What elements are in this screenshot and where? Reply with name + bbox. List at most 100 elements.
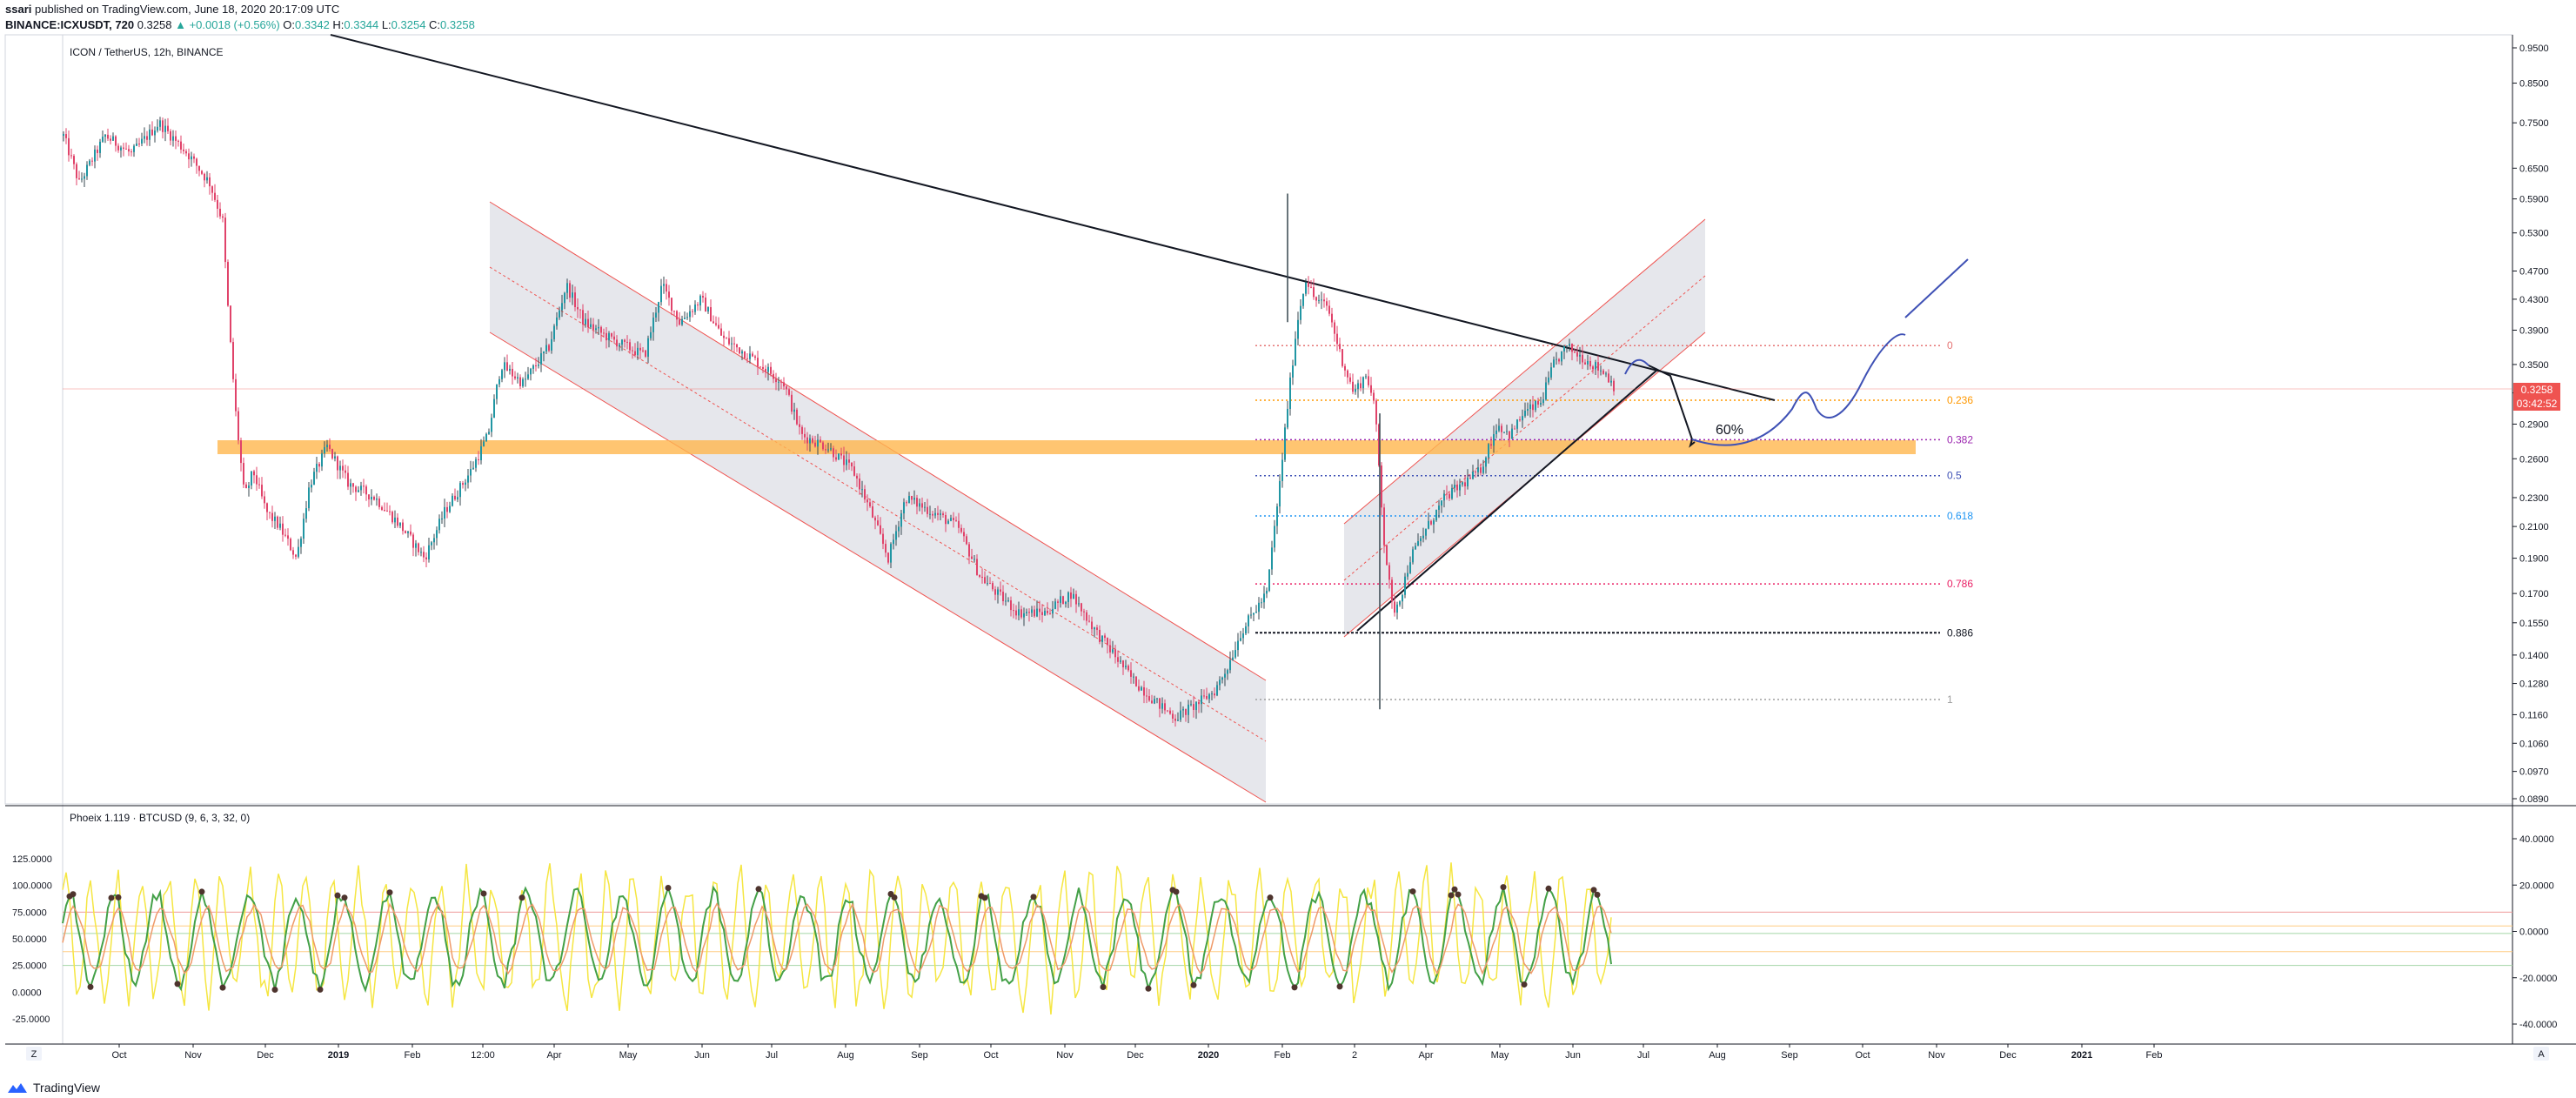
candle-body [1605,373,1607,375]
indicator-dot [386,889,393,896]
candle-body [637,347,639,356]
candle-body [1120,660,1121,662]
candle-body [478,459,479,461]
candle-body [1498,425,1500,431]
time-axis[interactable]: Oct Nov Dec 2019 Feb 12:00 Apr May Jun Jul Aug Sep O… [111,1044,2162,1061]
candle-body [1203,695,1205,697]
candle-body [1368,376,1369,385]
fib-label: 0.5 [1947,470,1962,482]
candle-body [504,362,505,371]
candle-body [1148,696,1150,701]
candle-body [89,160,90,165]
candle-body [882,533,884,545]
candle-body [436,530,438,539]
price-tick-label: 0.4700 [2519,266,2549,277]
candle-body [616,339,618,347]
candle-body [1417,541,1419,546]
candle-body [1592,366,1594,370]
candle-body [1107,638,1108,646]
candle-body [707,307,709,312]
candle-body [692,311,693,312]
fib-label: 0 [1947,339,1953,351]
candle-body [997,589,999,595]
candle-body [958,520,960,528]
candle-body [1075,593,1077,605]
time-tick-label: 2021 [2071,1050,2092,1061]
chart-canvas[interactable]: ICON / TetherUS, 12h, BINANCE 0 0.236 0.38… [0,0,2576,1098]
candle-body [157,126,158,131]
candle-body [1094,627,1095,630]
candle-body [1287,408,1288,428]
candle-body [655,312,657,318]
candle-body [99,141,101,153]
candle-body [253,471,255,476]
candle-body [613,336,615,340]
candle-body [1381,465,1382,508]
candle-body [679,319,680,325]
candle-body [394,517,396,523]
candle-body [1553,359,1555,368]
candle-body [198,165,200,171]
time-tick-label: Feb [1275,1050,1291,1061]
indicator-dot [1173,888,1180,895]
price-tick-label: 0.1550 [2519,619,2549,629]
price-tick-label: 0.1060 [2519,739,2549,749]
candle-body [1342,349,1343,366]
indicator-dot [1409,888,1416,895]
candle-body [877,520,879,526]
candle-body [981,576,983,578]
candle-body [1096,627,1098,630]
candle-body [70,155,72,157]
candle-body [1015,610,1017,616]
tradingview-brand[interactable]: TradingView [7,1081,100,1095]
candle-body [1083,611,1085,613]
candle-body [1067,592,1069,602]
candle-body [211,186,213,193]
candle-body [428,545,430,559]
candle-body [214,192,216,200]
candle-body [1469,477,1471,479]
time-tick-label: Oct [1855,1050,1870,1061]
candle-body [480,445,482,461]
candle-body [778,381,779,383]
fib-label: 0.236 [1947,394,1973,406]
time-tick-label: Nov [1928,1050,1945,1061]
candle-body [266,503,268,512]
candle-body [76,164,77,178]
time-tick-label: 2019 [328,1050,349,1061]
candle-body [994,589,996,595]
candle-body [1558,358,1560,362]
indicator-dot [1336,983,1343,990]
indicator-dot [1190,981,1197,988]
candle-body [222,216,224,218]
candle-body [172,136,174,141]
candle-body [579,309,581,311]
indicator-dot [87,983,94,990]
candle-body [1488,444,1489,459]
candle-body [462,483,464,485]
candle-body [1182,708,1184,711]
candle-body [1323,299,1325,302]
price-axis[interactable]: 0.9500 0.8500 0.7500 0.6500 0.5900 0.5300 0.47… [2512,44,2549,805]
candle-body [164,125,166,132]
indicator-right-axis[interactable]: 40.0000 20.0000 0.0000 -20.0000 -40.0000 [2512,834,2557,1030]
indicator-left-tick: 25.0000 [12,961,47,972]
candle-body [1582,354,1583,363]
candle-body [1373,392,1375,401]
candle-body [1574,351,1576,353]
fib-label: 0.886 [1947,626,1973,639]
candle-body [572,292,573,298]
candle-body [264,496,265,504]
time-tick-label: Jun [1565,1050,1581,1061]
candle-body [1321,299,1322,301]
candle-body [355,486,357,492]
candle-body [553,325,555,339]
candle-body [1430,520,1432,525]
candle-body [932,513,933,516]
candle-body [378,499,380,507]
candle-body [1172,713,1174,719]
candle-body [1101,635,1103,642]
candle-body [175,136,177,141]
candle-body [1141,687,1142,691]
candle-body [924,506,926,508]
